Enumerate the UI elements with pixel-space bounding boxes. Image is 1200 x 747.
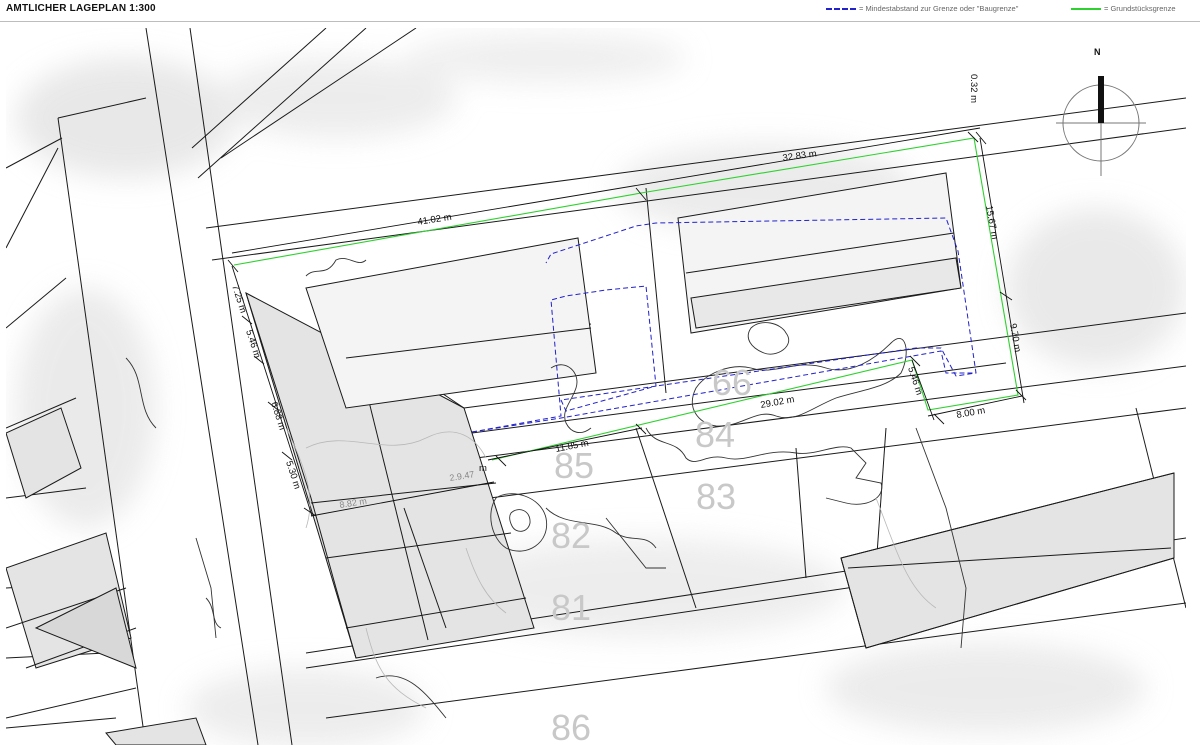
dim-stray-m: m xyxy=(479,463,487,474)
north-needle-icon xyxy=(1098,76,1104,123)
plan-title: AMTLICHER LAGEPLAN 1:300 xyxy=(6,3,156,14)
dashed-line-swatch xyxy=(826,7,856,10)
parcel-number: 66 xyxy=(712,362,752,403)
parcel-number: 81 xyxy=(551,587,591,628)
parcel-number: 86 xyxy=(551,707,591,745)
legend-boundary-label: = Grundstücksgrenze xyxy=(1104,4,1176,13)
legend-boundary: = Grundstücksgrenze xyxy=(1071,4,1176,13)
site-plan-map: 0.32 m 32.83 m 41.02 m 15.67 m 9.70 m 7.… xyxy=(6,28,1186,745)
parcel-number: 84 xyxy=(695,414,735,455)
legend-setback: = Mindestabstand zur Grenze oder "Baugre… xyxy=(826,4,1018,13)
parcel-number: 82 xyxy=(551,515,591,556)
north-arrow: N xyxy=(1056,47,1146,176)
legend-setback-label: = Mindestabstand zur Grenze oder "Baugre… xyxy=(859,4,1019,13)
dim-bottom-right: 8.00 m xyxy=(956,405,987,421)
plan-header: AMTLICHER LAGEPLAN 1:300 = Mindestabstan… xyxy=(0,0,1200,22)
parcel-number: 85 xyxy=(554,445,594,486)
dim-left-1: 7.25 m xyxy=(229,284,248,315)
solid-line-swatch xyxy=(1071,7,1101,10)
site-plan-drawing: 0.32 m 32.83 m 41.02 m 15.67 m 9.70 m 7.… xyxy=(6,28,1186,745)
dim-right-upper: 15.67 m xyxy=(983,205,1000,241)
parcel-number: 83 xyxy=(696,476,736,517)
dim-bottom-middle: 29.02 m xyxy=(760,394,796,411)
dim-top-left: 41.02 m xyxy=(417,212,453,228)
dim-top-right-offset: 0.32 m xyxy=(968,74,979,103)
north-label: N xyxy=(1094,47,1101,57)
dim-inner-left: 5.46 m xyxy=(905,366,924,397)
